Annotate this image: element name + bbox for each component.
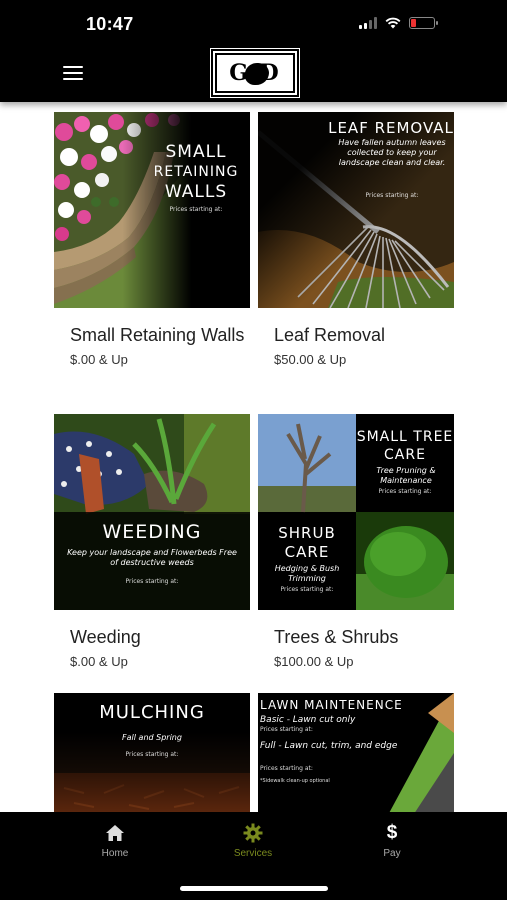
service-title[interactable]: Small Retaining Walls (70, 324, 250, 346)
service-image-lawn-maintenance[interactable]: LAWN MAINTENENCE Basic - Lawn cut only P… (258, 693, 454, 812)
image-heading: MULCHING (99, 702, 205, 723)
gear-icon (243, 823, 263, 843)
image-description: Fall and Spring (122, 733, 182, 742)
service-price: $100.00 & Up (274, 654, 354, 669)
service-title[interactable]: Leaf Removal (274, 324, 454, 346)
service-price: $.00 & Up (70, 654, 128, 669)
service-card-lawn-maintenance[interactable]: LAWN MAINTENENCE Basic - Lawn cut only P… (258, 693, 454, 812)
tab-home[interactable]: Home (70, 822, 160, 859)
image-basic: Basic - Lawn cut only (260, 715, 356, 725)
service-image-mulching[interactable]: MULCHING Fall and Spring Prices starting… (54, 693, 250, 812)
image-subtext-full: Prices starting at: (260, 765, 313, 772)
shrub-heading: SHRUB CARE (278, 524, 336, 561)
tree-heading: SMALL TREE CARE (356, 429, 454, 463)
image-description: Keep your landscape and Flowerbeds Free … (67, 548, 237, 567)
service-price: $50.00 & Up (274, 352, 347, 367)
home-icon (106, 825, 124, 841)
service-title[interactable]: Weeding (70, 626, 250, 648)
app-header: G D (0, 44, 507, 102)
service-image-weeding[interactable]: WEEDING Keep your landscape and Flowerbe… (54, 414, 250, 610)
home-indicator[interactable] (180, 886, 328, 891)
status-icons (359, 17, 438, 29)
tab-label: Pay (383, 848, 401, 859)
service-card-leaf-removal[interactable]: LEAF REMOVAL Have fallen autumn leaves c… (258, 112, 454, 367)
dollar-icon: $ (386, 822, 398, 843)
image-subtext: Prices starting at: (125, 751, 179, 758)
services-content[interactable]: SMALL RETAINING WALLS Prices starting at… (0, 102, 507, 812)
service-price: $.00 & Up (70, 352, 128, 367)
image-heading: LEAF REMOVAL (328, 119, 454, 137)
service-card-mulching[interactable]: MULCHING Fall and Spring Prices starting… (54, 693, 250, 812)
service-title[interactable]: Trees & Shrubs (274, 626, 454, 648)
image-subtext: Prices starting at: (169, 206, 223, 213)
battery-icon (409, 17, 438, 29)
menu-icon[interactable] (63, 66, 83, 80)
tab-label: Services (233, 848, 273, 859)
shrub-subtext: Prices starting at: (280, 586, 334, 593)
tab-services[interactable]: Services (208, 822, 298, 859)
status-time: 10:47 (86, 14, 134, 34)
service-card-weeding[interactable]: WEEDING Keep your landscape and Flowerbe… (54, 414, 250, 669)
wifi-icon (385, 17, 401, 29)
company-logo[interactable]: G D (210, 48, 300, 98)
image-note: *Sidewalk clean-up optional (260, 778, 330, 784)
service-image-trees-shrubs[interactable]: SMALL TREE CARE Tree Pruning & Maintenan… (258, 414, 454, 610)
image-subtext-basic: Prices starting at: (260, 726, 313, 733)
tab-label: Home (101, 848, 129, 859)
service-image-leaf-removal[interactable]: LEAF REMOVAL Have fallen autumn leaves c… (258, 112, 454, 308)
service-card-trees-shrubs[interactable]: SMALL TREE CARE Tree Pruning & Maintenan… (258, 414, 454, 669)
image-heading: SMALL RETAINING WALLS (153, 142, 239, 202)
shrub-description: Hedging & Bush Trimming (274, 564, 340, 583)
service-card-retaining-walls[interactable]: SMALL RETAINING WALLS Prices starting at… (54, 112, 250, 367)
tree-description: Tree Pruning & Maintenance (376, 466, 436, 485)
image-full: Full - Lawn cut, trim, and edge (260, 741, 398, 751)
image-heading: LAWN MAINTENENCE (260, 698, 403, 712)
image-subtext: Prices starting at: (365, 192, 419, 199)
cellular-signal-icon (359, 17, 377, 29)
tree-subtext: Prices starting at: (378, 488, 432, 495)
image-heading: WEEDING (102, 521, 202, 543)
image-subtext: Prices starting at: (125, 578, 179, 585)
status-bar: 10:47 (0, 0, 507, 50)
tab-pay[interactable]: $ Pay (347, 822, 437, 859)
image-description: Have fallen autumn leaves collected to k… (338, 138, 446, 167)
service-image-retaining-walls[interactable]: SMALL RETAINING WALLS Prices starting at… (54, 112, 250, 308)
